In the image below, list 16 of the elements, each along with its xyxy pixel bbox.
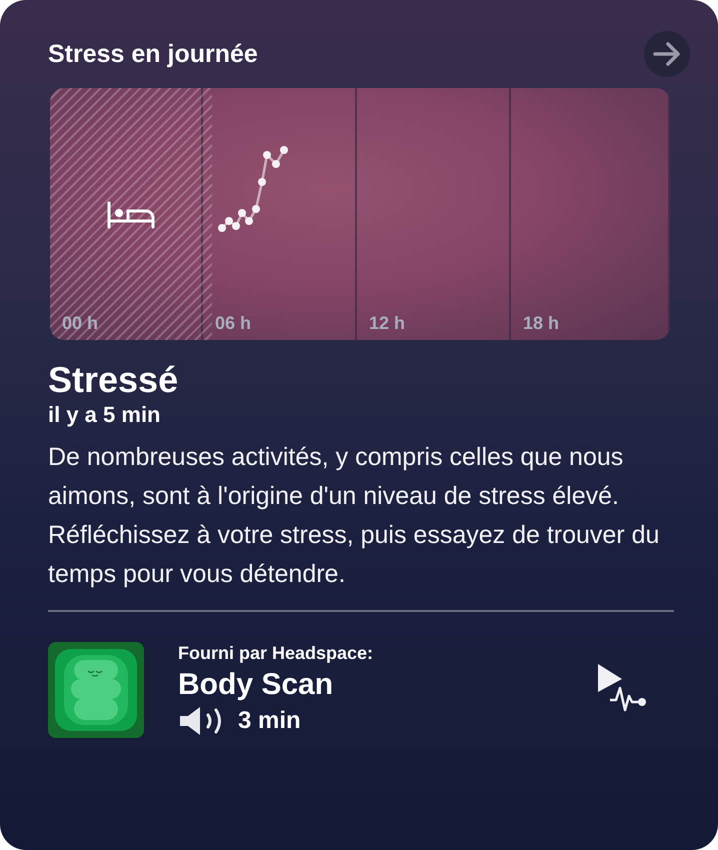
session-duration: 3 min [238, 707, 301, 736]
stress-status: Stressé [48, 360, 180, 400]
hour-label: 00 h [62, 313, 98, 334]
session-title: Body Scan [178, 668, 334, 702]
description: De nombreuses activités, y compris celles que nous aimons, sont à l'origine d'un niveau de stress élevé. Réfléchissez à votre stress, puis essayez de trouver du temps pour vous détendre. [48, 442, 660, 590]
hour-label: 18 h [523, 313, 560, 334]
hour-label: 06 h [215, 313, 252, 334]
speaker-icon [178, 706, 224, 736]
provider-label: Fourni par Headspace: [178, 643, 374, 664]
session-thumbnail[interactable] [48, 642, 144, 738]
card-title: Stress en journée [48, 40, 258, 68]
arrow-right-icon [652, 39, 682, 69]
hour-label: 12 h [369, 313, 406, 334]
time-ago: il y a 5 min [48, 402, 162, 428]
bed-icon [106, 199, 156, 229]
next-button[interactable] [644, 31, 690, 77]
